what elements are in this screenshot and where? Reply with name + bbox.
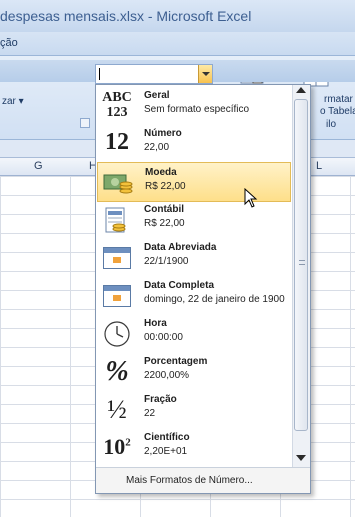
dropdown-scrollbar[interactable] [292, 85, 310, 467]
format-item-geral[interactable]: ABC 123 Geral Sem formato específico [97, 86, 291, 126]
long-date-calendar-icon [101, 280, 133, 312]
alignment-dialog-launcher-icon[interactable] [80, 118, 90, 128]
format-sample: Sem formato específico [144, 104, 250, 115]
format-name: Data Abreviada [144, 242, 217, 253]
format-list: ABC 123 Geral Sem formato específico 12 N… [96, 85, 292, 467]
format-sample: 22/1/1900 [144, 256, 189, 267]
combo-dropdown-button[interactable] [198, 65, 212, 83]
grip-icon [299, 260, 305, 265]
column-header-l[interactable]: L [316, 160, 322, 172]
format-item-porcentagem[interactable]: % Porcentagem 2200,00% [97, 352, 291, 392]
short-date-calendar-icon [101, 242, 133, 274]
format-sample: 2,20E+01 [144, 446, 188, 457]
format-sample: R$ 22,00 [144, 218, 185, 229]
format-item-data-completa[interactable]: Data Completa domingo, 22 de janeiro de … [97, 276, 291, 316]
format-as-table-label-1[interactable]: rmatar [324, 94, 353, 105]
number-format-combo[interactable] [95, 64, 213, 84]
format-name: Hora [144, 318, 167, 329]
format-item-numero[interactable]: 12 Número 22,00 [97, 124, 291, 164]
format-sample: 22,00 [144, 142, 170, 153]
format-item-cientifico[interactable]: 102 Científico 2,20E+01 [97, 428, 291, 468]
styles-group-label: ilo [326, 119, 337, 130]
format-as-table-label-2[interactable]: o Tabela ▾ [320, 106, 355, 117]
format-sample: R$ 22,00 [145, 181, 186, 192]
format-name: Moeda [145, 167, 177, 178]
window-title: despesas mensais.xlsx - Microsoft Excel [0, 8, 252, 24]
abc-123-icon: ABC 123 [102, 90, 132, 120]
format-name: Científico [144, 432, 190, 443]
column-header-g[interactable]: G [34, 160, 43, 172]
ribbon-tab-strip: ção [0, 32, 355, 56]
mouse-cursor-icon [244, 188, 258, 208]
more-number-formats-button[interactable]: Mais Formatos de Número... [96, 467, 310, 493]
number-format-dropdown: ABC 123 Geral Sem formato específico 12 N… [95, 84, 311, 494]
format-name: Fração [144, 394, 177, 405]
ribbon-tab-fragment[interactable]: ção [0, 37, 18, 49]
format-sample: 22 [144, 408, 156, 419]
format-item-fracao[interactable]: ½ Fração 22 [97, 390, 291, 430]
merge-center-button[interactable]: zar ▾ [2, 96, 24, 107]
format-item-contabil[interactable]: Contábil R$ 22,00 [97, 200, 291, 240]
format-name: Porcentagem [144, 356, 208, 367]
title-bar: despesas mensais.xlsx - Microsoft Excel [0, 0, 355, 32]
scientific-icon: 102 [103, 434, 131, 459]
more-formats-label: Mais Formatos de Número... [126, 475, 253, 486]
format-item-hora[interactable]: Hora 00:00:00 [97, 314, 291, 354]
scroll-thumb[interactable] [294, 99, 308, 431]
clock-icon [101, 318, 133, 350]
number-12-icon: 12 [105, 129, 129, 155]
text-caret [99, 68, 100, 80]
format-sample: 00:00:00 [144, 332, 183, 343]
accounting-icon [101, 204, 133, 236]
format-item-moeda[interactable]: Moeda R$ 22,00 [97, 162, 291, 202]
format-sample: 2200,00% [144, 370, 190, 381]
currency-icon [102, 167, 134, 199]
format-item-data-abreviada[interactable]: Data Abreviada 22/1/1900 [97, 238, 291, 278]
percent-icon: % [105, 356, 129, 387]
scroll-up-arrow-icon[interactable] [296, 87, 306, 93]
format-sample: domingo, 22 de janeiro de 1900 [144, 294, 285, 305]
format-name: Contábil [144, 204, 184, 215]
scroll-down-arrow-icon[interactable] [296, 455, 306, 461]
format-name: Número [144, 128, 182, 139]
fraction-icon: ½ [107, 395, 127, 424]
format-name: Data Completa [144, 280, 215, 291]
format-name: Geral [144, 90, 170, 101]
